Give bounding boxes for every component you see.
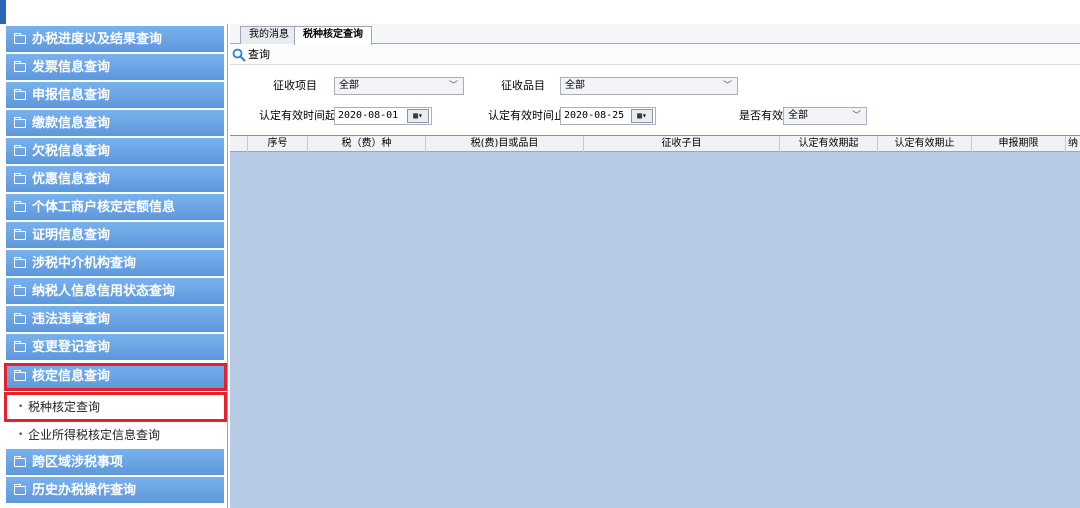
tab-tax-type-verification[interactable]: 税种核定查询 xyxy=(294,26,372,45)
main-panel: 我的消息 税种核定查询 查询 征收项目 全部 ﹀ 征收品目 全部 ﹀ 认定有效时间起… xyxy=(230,24,1080,508)
valid-end-label: 认定有效时间止 xyxy=(488,109,565,122)
menu-item-arrears[interactable]: 欠税信息查询 xyxy=(6,138,224,165)
menu-item-change-registration[interactable]: 变更登记查询 xyxy=(6,334,224,361)
menu-item-payment[interactable]: 缴款信息查询 xyxy=(6,110,224,137)
submenu-item-tax-type-verification[interactable]: 税种核定查询 xyxy=(6,394,224,420)
tab-my-messages[interactable]: 我的消息 xyxy=(240,26,298,44)
folder-icon xyxy=(14,61,26,72)
calendar-icon[interactable]: ▦▾ xyxy=(631,109,653,123)
grid-row-indicator-header xyxy=(230,136,248,152)
folder-icon xyxy=(14,341,26,352)
menu-item-verification[interactable]: 核定信息查询 xyxy=(6,363,224,390)
is-valid-label: 是否有效 xyxy=(739,109,783,122)
folder-icon xyxy=(14,313,26,324)
chevron-down-icon: ﹀ xyxy=(722,81,732,91)
folder-icon xyxy=(14,173,26,184)
submenu-item-income-tax-verification[interactable]: 企业所得税核定信息查询 xyxy=(6,422,224,448)
grid-header: 序号 税（费）种 税(费)目或品目 征收子目 认定有效期起 认定有效期止 申报期… xyxy=(230,136,1080,152)
tab-bar: 我的消息 税种核定查询 xyxy=(230,24,1080,45)
top-bar xyxy=(0,0,1080,24)
chevron-down-icon: ﹀ xyxy=(448,81,458,91)
search-icon xyxy=(232,48,246,62)
results-grid: 序号 税（费）种 税(费)目或品目 征收子目 认定有效期起 认定有效期止 申报期… xyxy=(230,135,1080,508)
valid-start-date-input[interactable]: 2020-08-01 ▦▾ xyxy=(334,107,432,125)
menu-item-violation[interactable]: 违法违章查询 xyxy=(6,306,224,333)
folder-icon xyxy=(14,456,26,467)
menu-item-cross-region[interactable]: 跨区域涉税事项 xyxy=(6,449,224,476)
collect-category-label: 征收品目 xyxy=(501,79,545,92)
column-declaration-deadline[interactable]: 申报期限 xyxy=(972,136,1066,152)
sidebar: 办税进度以及结果查询 发票信息查询 申报信息查询 缴款信息查询 欠税信息查询 优… xyxy=(0,24,228,508)
top-accent xyxy=(0,0,6,24)
folder-icon xyxy=(14,484,26,495)
folder-icon xyxy=(14,145,26,156)
menu-item-credit-status[interactable]: 纳税人信息信用状态查询 xyxy=(6,278,224,305)
column-valid-start[interactable]: 认定有效期起 xyxy=(780,136,878,152)
menu-item-individual-quota[interactable]: 个体工商户核定定额信息 xyxy=(6,194,224,221)
folder-open-icon xyxy=(14,370,26,381)
column-sub-item[interactable]: 征收子目 xyxy=(584,136,780,152)
menu-item-progress[interactable]: 办税进度以及结果查询 xyxy=(6,26,224,53)
folder-icon xyxy=(14,33,26,44)
calendar-icon[interactable]: ▦▾ xyxy=(407,109,429,123)
menu-item-declaration[interactable]: 申报信息查询 xyxy=(6,82,224,109)
folder-icon xyxy=(14,229,26,240)
collect-category-select[interactable]: 全部 ﹀ xyxy=(560,77,738,95)
menu-item-invoice[interactable]: 发票信息查询 xyxy=(6,54,224,81)
column-tax-item[interactable]: 税(费)目或品目 xyxy=(426,136,584,152)
menu-item-history[interactable]: 历史办税操作查询 xyxy=(6,477,224,504)
collect-item-select[interactable]: 全部 ﹀ xyxy=(334,77,464,95)
menu-item-certificate[interactable]: 证明信息查询 xyxy=(6,222,224,249)
folder-icon xyxy=(14,201,26,212)
column-valid-end[interactable]: 认定有效期止 xyxy=(878,136,972,152)
valid-start-label: 认定有效时间起 xyxy=(259,109,336,122)
collect-item-label: 征收项目 xyxy=(273,79,317,92)
menu-item-agency[interactable]: 涉税中介机构查询 xyxy=(6,250,224,277)
valid-end-date-input[interactable]: 2020-08-25 ▦▾ xyxy=(560,107,656,125)
folder-icon xyxy=(14,117,26,128)
is-valid-select[interactable]: 全部 ﹀ xyxy=(783,107,867,125)
column-tax-type[interactable]: 税（费）种 xyxy=(308,136,426,152)
folder-icon xyxy=(14,257,26,268)
folder-icon xyxy=(14,285,26,296)
chevron-down-icon: ﹀ xyxy=(851,111,861,121)
column-truncated[interactable]: 纳 xyxy=(1066,136,1080,152)
toolbar: 查询 xyxy=(230,45,1080,65)
menu-item-preferential[interactable]: 优惠信息查询 xyxy=(6,166,224,193)
column-serial[interactable]: 序号 xyxy=(248,136,308,152)
folder-icon xyxy=(14,89,26,100)
query-button[interactable]: 查询 xyxy=(232,47,270,63)
